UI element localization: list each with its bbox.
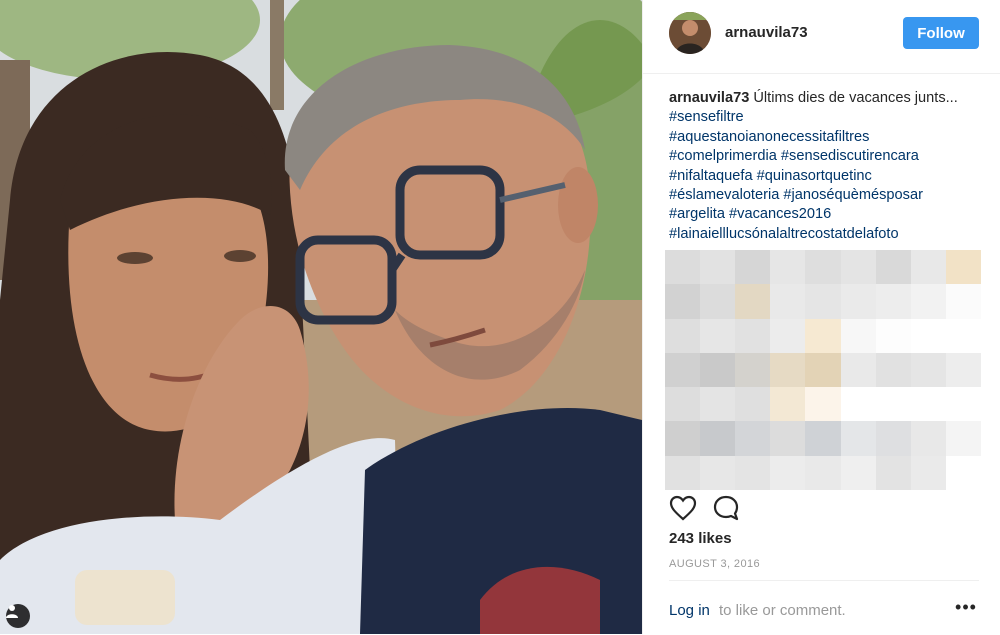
post-footer: Log in to like or comment. ••• (669, 580, 979, 635)
hashtag-line[interactable]: #lainaielllucsónalaltrecostatdelafoto (669, 225, 969, 244)
avatar[interactable] (669, 12, 711, 54)
username-link[interactable]: arnauvila73 (725, 24, 808, 41)
hashtag-link[interactable]: #sensefiltre (669, 109, 744, 125)
photo-illustration (0, 0, 642, 634)
hashtag-line[interactable]: #argelita #vacances2016 (669, 205, 969, 224)
post-date[interactable]: AUGUST 3, 2016 (669, 558, 760, 570)
login-link[interactable]: Log in (669, 602, 710, 619)
like-count[interactable]: 243 likes (669, 530, 732, 547)
login-prompt-text: to like or comment. (719, 602, 846, 619)
post-caption: arnauvila73 Últims dies de vacances junt… (669, 89, 969, 244)
comment-icon[interactable] (713, 495, 741, 526)
heart-icon[interactable] (669, 495, 697, 526)
hashtag-line[interactable]: #comelprimerdia #sensediscutirencara (669, 147, 969, 166)
post-photo[interactable] (0, 0, 642, 634)
hashtag-line[interactable]: #éslamevaloteria #janoséquèmésposar (669, 186, 969, 205)
caption-text: Últims dies de vacances junts... (753, 90, 958, 106)
post-side-panel: arnauvila73 Follow arnauvila73 Últims di… (642, 0, 1000, 634)
caption-username[interactable]: arnauvila73 (669, 90, 749, 106)
more-options-icon[interactable]: ••• (955, 598, 977, 621)
follow-button[interactable]: Follow (903, 17, 979, 49)
hashtag-line[interactable]: #nifaltaquefa #quinasortquetinc (669, 167, 969, 186)
post-header: arnauvila73 Follow (643, 0, 1000, 74)
pixelated-comments-area (665, 250, 981, 490)
person-tag-icon[interactable] (6, 604, 30, 628)
hashtag-line[interactable]: #aquestanoianonecessitafiltres (669, 128, 969, 147)
